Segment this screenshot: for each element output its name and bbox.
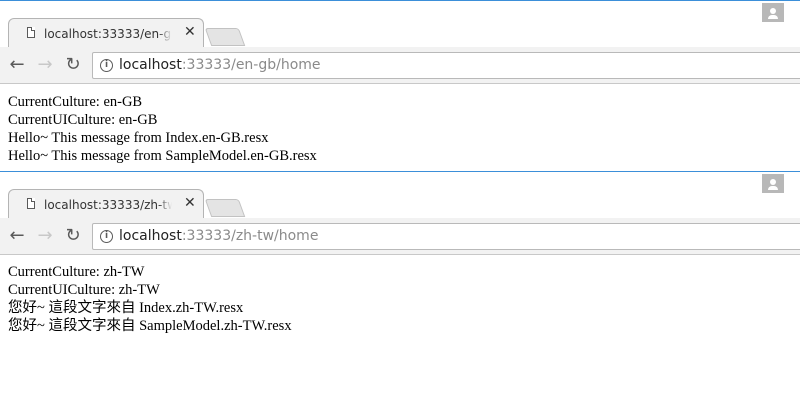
browser-toolbar: ← → ↻ i localhost:33333/en-gb/home [0,47,800,84]
current-culture-text: CurrentCulture: en-GB [8,94,143,110]
forward-arrow-icon[interactable]: → [35,55,55,75]
browser-window-en-gb: localhost:33333/en-gb/home ✕ ← → ↻ i loc… [0,0,800,170]
tab-active[interactable]: localhost:33333/en-gb/home ✕ [8,18,204,48]
info-icon[interactable]: i [100,59,113,72]
close-icon[interactable]: ✕ [184,24,196,40]
url-text[interactable]: localhost:33333/zh-tw/home [119,228,318,244]
current-ui-culture-text: CurrentUICulture: zh-TW [8,282,160,298]
back-arrow-icon[interactable]: ← [7,226,27,246]
browser-toolbar: ← → ↻ i localhost:33333/zh-tw/home [0,218,800,255]
index-message-text: Hello~ This message from Index.en-GB.res… [8,130,269,146]
sample-model-message-text: 您好~ 這段文字來自 SampleModel.zh-TW.resx [8,318,292,334]
url-text[interactable]: localhost:33333/en-gb/home [119,57,321,73]
tab-strip: localhost:33333/en-gb/home ✕ [0,1,800,48]
url-path: :33333/en-gb/home [181,57,321,73]
page-icon [27,198,35,209]
current-culture-text: CurrentCulture: zh-TW [8,264,145,280]
url-path: :33333/zh-tw/home [181,228,319,244]
page-icon [27,27,35,38]
new-tab-button[interactable] [204,28,246,46]
current-ui-culture-text: CurrentUICulture: en-GB [8,112,158,128]
tab-title: localhost:33333/en-gb/home [44,27,172,41]
tab-title: localhost:33333/zh-tw/home [44,198,172,212]
reload-icon[interactable]: ↻ [63,55,83,75]
info-icon[interactable]: i [100,230,113,243]
back-arrow-icon[interactable]: ← [7,55,27,75]
profile-icon[interactable] [762,3,784,22]
browser-window-zh-tw: localhost:33333/zh-tw/home ✕ ← → ↻ i loc… [0,171,800,420]
page-content: CurrentCulture: zh-TW CurrentUICulture: … [8,263,292,335]
sample-model-message-text: Hello~ This message from SampleModel.en-… [8,148,317,164]
url-host: localhost [119,228,182,244]
forward-arrow-icon[interactable]: → [35,226,55,246]
close-icon[interactable]: ✕ [184,195,196,211]
index-message-text: 您好~ 這段文字來自 Index.zh-TW.resx [8,300,244,316]
new-tab-button[interactable] [204,199,246,217]
page-content: CurrentCulture: en-GB CurrentUICulture: … [8,93,317,165]
profile-icon[interactable] [762,174,784,193]
reload-icon[interactable]: ↻ [63,226,83,246]
address-bar[interactable]: i localhost:33333/zh-tw/home [92,223,800,250]
address-bar[interactable]: i localhost:33333/en-gb/home [92,52,800,79]
tab-active[interactable]: localhost:33333/zh-tw/home ✕ [8,189,204,219]
tab-strip: localhost:33333/zh-tw/home ✕ [0,172,800,219]
url-host: localhost [119,57,182,73]
